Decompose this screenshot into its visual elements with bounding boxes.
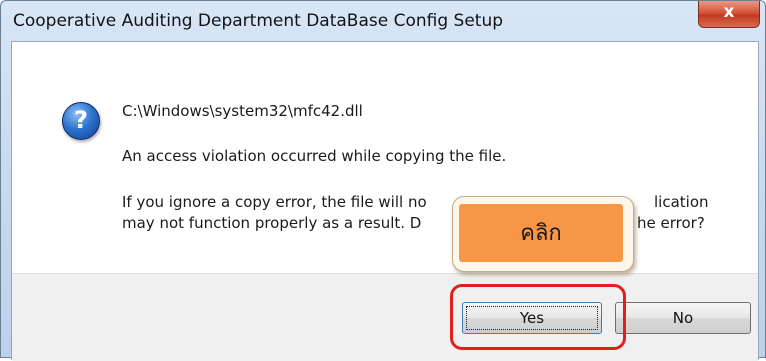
close-icon: x [723,2,735,22]
button-bar: Yes No [12,273,758,361]
window-title: Cooperative Auditing Department DataBase… [13,11,504,31]
title-bar[interactable]: Cooperative Auditing Department DataBase… [1,1,765,41]
error-message: An access violation occurred while copyi… [122,147,507,165]
detail-line-1-left: If you ignore a copy error, the file wil… [122,193,427,211]
no-button-label: No [672,309,694,327]
question-icon-glyph: ? [74,106,88,134]
question-icon: ? [62,102,100,140]
detail-line-1-right: lication [654,193,709,211]
detail-line-2-left: may not function properly as a result. D [122,214,422,232]
dialog-window: Cooperative Auditing Department DataBase… [0,0,766,361]
click-callout-label: คลิก [459,204,623,262]
click-callout: คลิก [452,196,634,272]
detail-line-2-right: he error? [637,214,705,232]
no-button[interactable]: No [615,302,751,334]
click-highlight-box [450,284,626,350]
dialog-body: ? C:\Windows\system32\mfc42.dll An acces… [11,41,759,361]
close-button[interactable]: x [698,1,760,28]
file-path-text: C:\Windows\system32\mfc42.dll [122,102,363,120]
